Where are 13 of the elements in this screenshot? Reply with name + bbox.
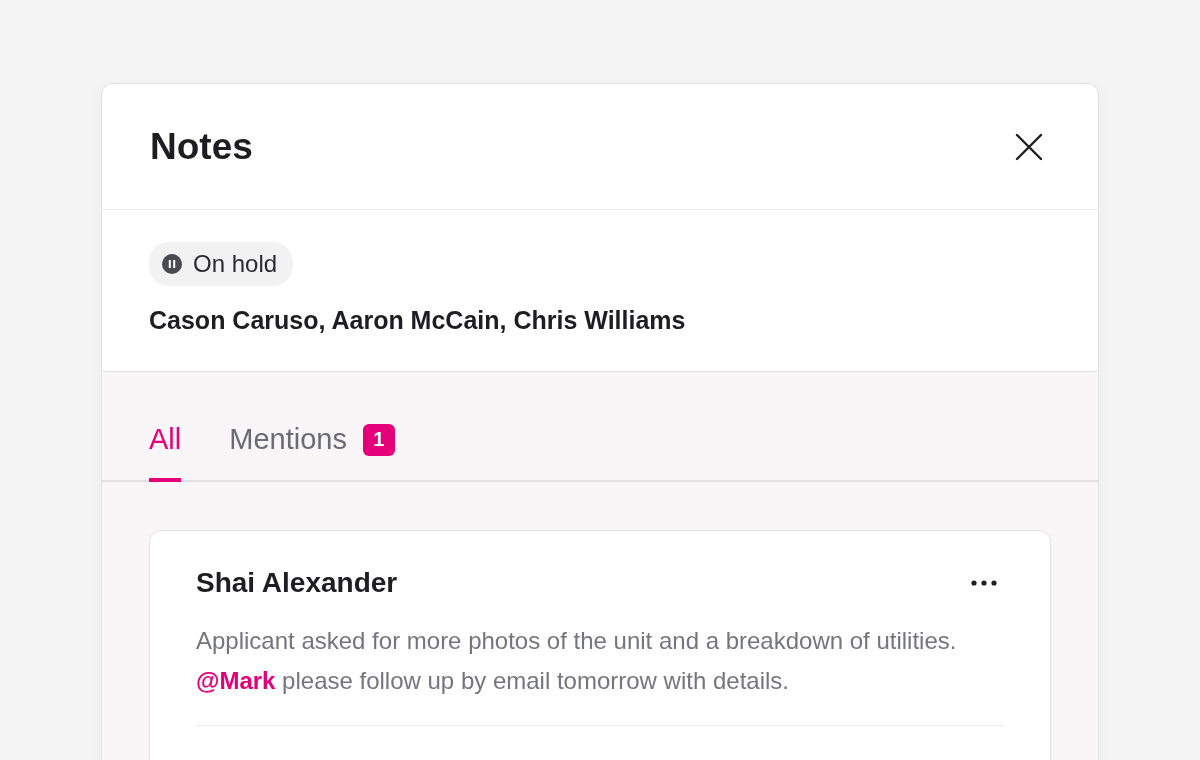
note-text: Applicant asked for more photos of the unit and a breakdown of utilities. @Mark please follow up by email tomorrow with details. [196,626,958,696]
more-icon [970,579,998,587]
panel-title: Notes [150,125,253,168]
close-button[interactable] [1014,131,1044,162]
close-icon [1014,131,1044,162]
status-label: On hold [193,250,278,278]
tab[interactable]: All [149,423,182,482]
more-button[interactable] [970,579,998,587]
participants-text: Cason Caruso, Aaron McCain, Chris Williams [149,306,687,335]
count-badge: 1 [362,423,395,456]
tab[interactable]: Mentions 1 [229,423,395,482]
note-author: Shai Alexander [196,567,398,599]
pause-icon [161,253,183,275]
